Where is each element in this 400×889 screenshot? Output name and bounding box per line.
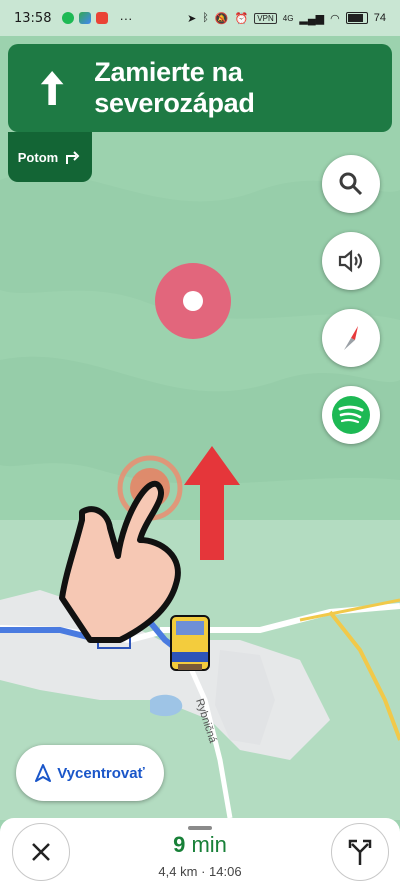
status-bar: 13:58 ··· ➤ ᛒ 🔕 ⏰ VPN 4G ▂▄▆ ◠ 74 <box>0 0 400 36</box>
recenter-button[interactable]: Vycentrovať <box>16 745 164 801</box>
alarm-icon: ⏰ <box>234 12 249 25</box>
clock: 13:58 <box>14 10 52 26</box>
navigation-arrow-icon <box>35 764 52 782</box>
turn-right-icon <box>66 151 80 164</box>
more-notifications: ··· <box>119 10 133 26</box>
up-arrow-icon <box>40 71 64 105</box>
wifi-icon: ◠ <box>330 12 340 25</box>
navigation-banner[interactable]: Zamierte na severozápad <box>8 44 392 132</box>
battery-level: 74 <box>373 12 386 24</box>
sound-button[interactable] <box>322 232 380 290</box>
spotify-notification-icon <box>62 12 75 24</box>
trip-panel[interactable]: 9 min 4,4 km · 14:06 <box>0 818 400 889</box>
network-label: 4G <box>282 13 294 23</box>
mute-icon: 🔕 <box>214 12 229 25</box>
then-step-chip[interactable]: Potom <box>8 132 92 182</box>
trip-distance: 4,4 km <box>158 864 198 879</box>
direction-instruction: Zamierte na severozápad <box>94 57 255 118</box>
search-button[interactable] <box>322 155 380 213</box>
compass-button[interactable] <box>322 309 380 367</box>
arrival-time: 14:06 <box>209 864 242 879</box>
recenter-label: Vycentrovať <box>57 764 145 782</box>
spotify-icon <box>332 396 370 434</box>
maps-notification-icon <box>79 12 92 24</box>
gmail-notification-icon <box>96 12 109 24</box>
then-label: Potom <box>17 149 59 165</box>
alternate-routes-icon <box>348 839 372 865</box>
duration-unit: min <box>191 832 227 857</box>
duration-value: 9 <box>173 832 186 857</box>
spotify-button[interactable] <box>322 386 380 444</box>
battery-icon <box>345 12 368 24</box>
separator-dot: · <box>201 864 206 879</box>
compass-icon <box>344 326 358 350</box>
signal-icon: ▂▄▆ <box>299 12 325 25</box>
search-icon <box>339 172 363 196</box>
location-icon: ➤ <box>187 12 197 25</box>
drag-handle[interactable] <box>188 826 212 830</box>
vpn-badge: VPN <box>254 12 277 24</box>
alternate-routes-button[interactable] <box>331 823 389 881</box>
volume-icon <box>338 249 363 273</box>
bluetooth-icon: ᛒ <box>202 12 209 24</box>
